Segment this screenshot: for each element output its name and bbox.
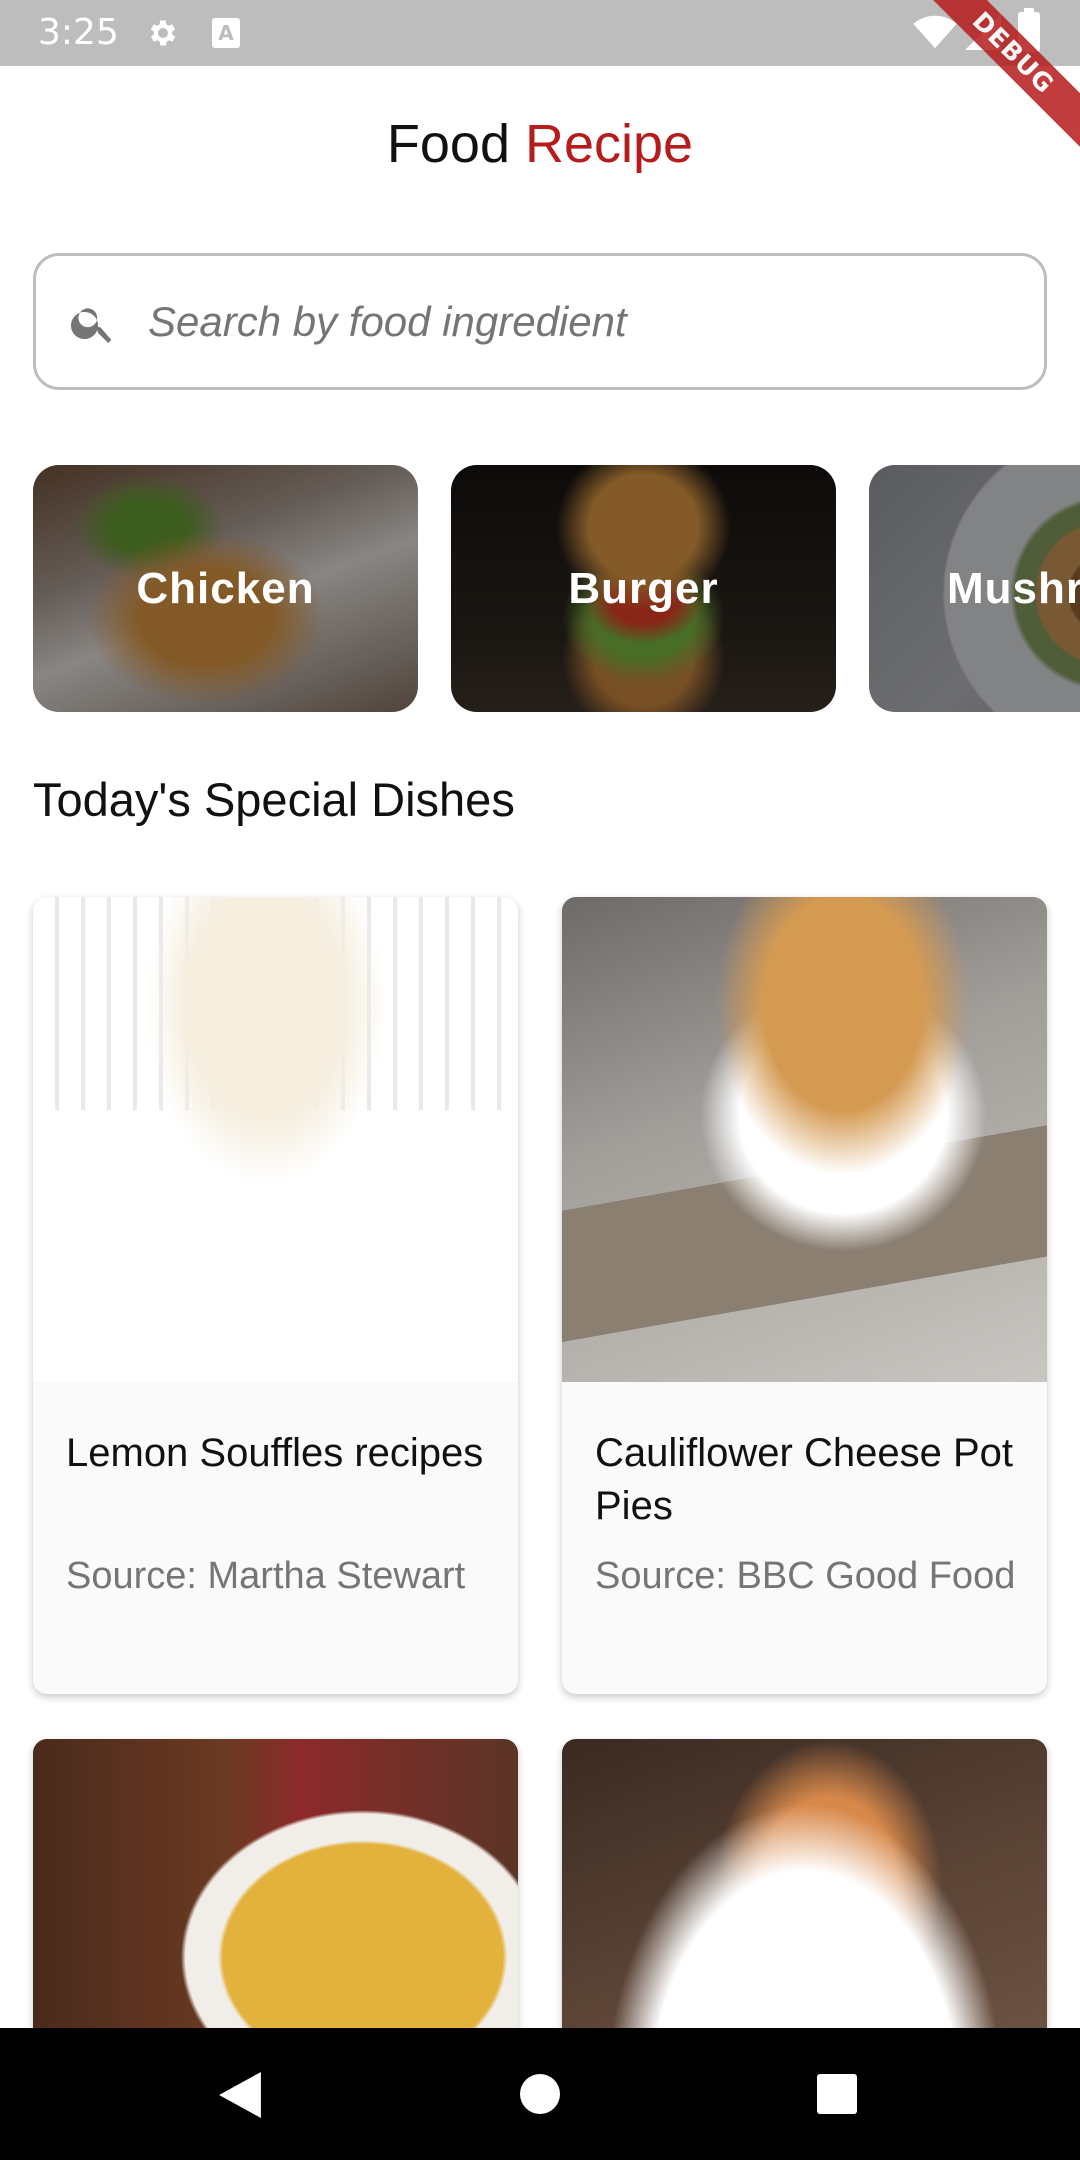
title-recipe: Recipe: [525, 114, 694, 174]
search-icon: [70, 308, 112, 343]
category-card-chicken[interactable]: Chicken: [33, 465, 418, 712]
category-card-burger[interactable]: Burger: [451, 465, 836, 712]
status-time: 3:25: [38, 12, 119, 53]
recents-icon[interactable]: [817, 2074, 857, 2114]
category-label: Mushr: [947, 564, 1080, 613]
back-icon[interactable]: [218, 2072, 262, 2118]
section-title: Today's Special Dishes: [33, 773, 515, 826]
dish-card[interactable]: Cauliflower Cheese Pot Pies Source: BBC …: [562, 897, 1047, 1694]
dish-image: [33, 897, 518, 1382]
search-input[interactable]: [148, 280, 1008, 364]
dish-name: Lemon Souffles recipes: [66, 1431, 484, 1475]
dish-image: [562, 897, 1047, 1382]
category-card-mushroom[interactable]: Mushr: [869, 465, 1080, 712]
dish-name: Cauliflower Cheese Pot Pies: [595, 1431, 1013, 1528]
category-carousel[interactable]: Chicken Burger Mushr: [0, 465, 1080, 712]
dish-source: Source: BBC Good Food: [595, 1555, 1016, 1597]
category-label: Burger: [568, 564, 719, 613]
text-a-glyph: A: [218, 21, 234, 45]
dish-card[interactable]: Lemon Souffles recipes Source: Martha St…: [33, 897, 518, 1694]
category-label: Chicken: [136, 564, 315, 613]
gear-icon: [150, 20, 176, 46]
text-a-icon: A: [212, 18, 240, 48]
search-bar[interactable]: [33, 253, 1047, 390]
title-food: Food: [386, 114, 510, 174]
debug-label: DEBUG: [918, 0, 1080, 148]
home-icon[interactable]: [520, 2074, 560, 2114]
debug-banner: DEBUG: [910, 0, 1080, 170]
dish-source: Source: Martha Stewart: [66, 1555, 466, 1597]
navigation-bar: [0, 2028, 1080, 2160]
